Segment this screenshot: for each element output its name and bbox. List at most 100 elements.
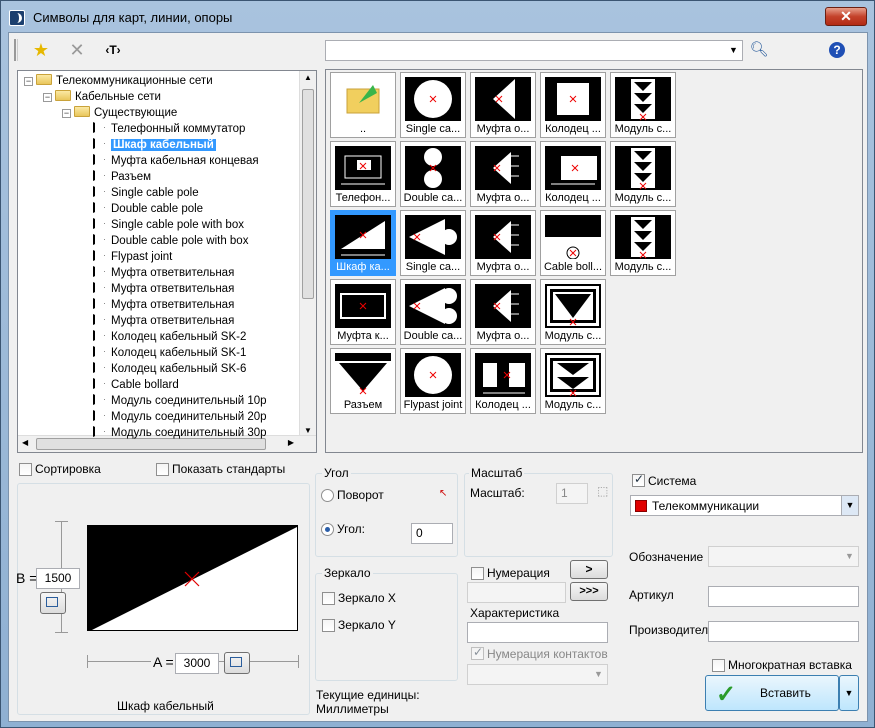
system-combo[interactable]: Телекоммуникации ▼	[630, 495, 859, 516]
system-checkbox[interactable]	[632, 472, 645, 487]
tree-symbol-node[interactable]: Муфта ответвительная	[93, 297, 234, 313]
symbol-cell[interactable]: Модуль с...	[610, 210, 676, 276]
insert-button[interactable]: ✓ Вставить	[705, 675, 839, 711]
mirror-y-checkbox[interactable]	[322, 619, 335, 632]
tree-folder-node[interactable]: − Кабельные сети	[43, 89, 161, 105]
tree-symbol-node[interactable]: Телефонный коммутатор	[93, 121, 245, 137]
tree-scroll-thumb[interactable]	[302, 89, 314, 299]
scroll-down-icon[interactable]: ▼	[304, 426, 312, 435]
tree-symbol-node[interactable]: Муфта ответвительная	[93, 265, 234, 281]
symbol-cell[interactable]: Cable boll...	[540, 210, 606, 276]
symbol-cell[interactable]: Single ca...	[400, 72, 466, 138]
tree-symbol-node[interactable]: Single cable pole with box	[93, 217, 244, 233]
tree-symbol-node[interactable]: Разъем	[93, 169, 151, 185]
chevron-down-icon[interactable]: ▼	[590, 665, 607, 684]
tree-symbol-node[interactable]: Flypast joint	[93, 249, 172, 265]
pick-a-button[interactable]	[224, 652, 250, 674]
sort-checkbox[interactable]	[19, 463, 32, 476]
tree-symbol-node[interactable]: Модуль соединительный 20р	[93, 409, 267, 425]
tree-folder-node[interactable]: − Существующие	[62, 105, 177, 121]
tree-symbol-node[interactable]: Колодец кабельный SK-6	[93, 361, 246, 377]
symbol-cell[interactable]: Колодец ...	[540, 141, 606, 207]
numbering-input[interactable]	[467, 582, 566, 603]
angle-radio[interactable]	[321, 523, 334, 536]
symbol-cell[interactable]: Flypast joint	[400, 348, 466, 414]
scroll-up-icon[interactable]: ▲	[304, 73, 312, 82]
angle-input[interactable]: 0	[411, 523, 453, 544]
favorites-star-icon[interactable]: ★	[29, 39, 53, 61]
symbol-cell[interactable]: Муфта о...	[470, 141, 536, 207]
symbol-cell[interactable]: Колодец ...	[470, 348, 536, 414]
symbol-cell[interactable]: Single ca...	[400, 210, 466, 276]
help-icon[interactable]: ?	[829, 42, 845, 58]
mirror-x-checkbox[interactable]	[322, 592, 335, 605]
rotate-pick-cursor-icon[interactable]: ↖	[439, 488, 447, 499]
manufacturer-input[interactable]	[708, 621, 859, 642]
text-tool-button[interactable]: ‹T›	[101, 39, 125, 61]
tree-symbol-node[interactable]: Модуль соединительный 10р	[93, 393, 267, 409]
symbol-cell[interactable]: Модуль с...	[540, 348, 606, 414]
tree-node-label: Существующие	[94, 107, 178, 119]
tree-folder-node[interactable]: − Телекоммуникационные сети	[24, 73, 213, 89]
symbol-cell[interactable]: Double ca...	[400, 141, 466, 207]
numbering-checkbox[interactable]	[471, 567, 484, 580]
designation-combo[interactable]: ▼	[708, 546, 859, 567]
symbol-caption: Double ca...	[403, 192, 463, 204]
symbol-cell[interactable]: Муфта о...	[470, 72, 536, 138]
symbol-cell[interactable]: Телефон...	[330, 141, 396, 207]
contact-numbering-combo[interactable]: ▼	[467, 664, 608, 685]
chevron-down-icon[interactable]: ▼	[725, 41, 742, 60]
tree-symbol-node[interactable]: Cable bollard	[93, 377, 179, 393]
pick-b-button[interactable]	[40, 592, 66, 614]
chevron-down-icon[interactable]: ▼	[841, 547, 858, 566]
article-input[interactable]	[708, 586, 859, 607]
symbol-cell[interactable]: Муфта о...	[470, 210, 536, 276]
search-icon[interactable]: 🔍︎	[747, 39, 771, 61]
tree-symbol-node[interactable]: Муфта ответвительная	[93, 281, 234, 297]
collapse-toggle-icon[interactable]: −	[62, 109, 71, 118]
tree-symbol-node[interactable]: Double cable pole with box	[93, 233, 248, 249]
chevron-down-icon[interactable]: ▼	[841, 496, 858, 515]
symbol-cell[interactable]: Муфта к...	[330, 279, 396, 345]
scale-input[interactable]: 1	[556, 483, 588, 504]
characteristic-input[interactable]	[467, 622, 608, 643]
b-value-input[interactable]: 1500	[36, 568, 80, 589]
tree-symbol-node[interactable]: Колодец кабельный SK-1	[93, 345, 246, 361]
search-combo[interactable]: ▼	[325, 40, 743, 61]
scale-pick-icon[interactable]: ⬚	[597, 484, 608, 498]
category-tree[interactable]: ▲ ▼ ◀ ▶ − Телекоммуникационные сети − Кабел…	[17, 70, 317, 453]
contact-numbering-checkbox[interactable]	[471, 645, 484, 660]
tree-symbol-node[interactable]: Single cable pole	[93, 185, 199, 201]
close-button[interactable]: ✕	[825, 7, 867, 26]
a-value-input[interactable]: 3000	[175, 653, 219, 674]
symbol-cell[interactable]: Double ca...	[400, 279, 466, 345]
rotate-radio[interactable]	[321, 489, 334, 502]
symbol-grid[interactable]: .. Single ca... Муфта о... Колодец ... Модул…	[325, 69, 863, 453]
scroll-left-icon[interactable]: ◀	[22, 438, 28, 447]
scroll-right-icon[interactable]: ▶	[288, 438, 294, 447]
tree-symbol-node[interactable]: Колодец кабельный SK-2	[93, 329, 246, 345]
symbol-cell[interactable]: ..	[330, 72, 396, 138]
tree-symbol-node[interactable]: Муфта кабельная концевая	[93, 153, 259, 169]
symbol-flag-icon	[93, 170, 106, 181]
show-standards-checkbox[interactable]	[156, 463, 169, 476]
insert-dropdown-button[interactable]: ▼	[839, 675, 859, 711]
next-all-button[interactable]: >>>	[570, 582, 608, 601]
next-number-button[interactable]: >	[570, 560, 608, 579]
symbol-cell[interactable]: Разъем	[330, 348, 396, 414]
multiple-insert-checkbox[interactable]	[712, 659, 725, 672]
symbol-cell[interactable]: Муфта о...	[470, 279, 536, 345]
tree-symbol-node[interactable]: Модуль соединительный 30р	[93, 425, 267, 441]
tree-symbol-node[interactable]: Муфта ответвительная	[93, 313, 234, 329]
tree-symbol-node[interactable]: Double cable pole	[93, 201, 203, 217]
tree-symbol-node[interactable]: Шкаф кабельный	[93, 137, 216, 153]
symbol-cell[interactable]: Модуль с...	[610, 141, 676, 207]
symbol-cell[interactable]: Колодец ...	[540, 72, 606, 138]
tree-vertical-scrollbar[interactable]: ▲ ▼	[299, 71, 316, 437]
collapse-toggle-icon[interactable]: −	[24, 77, 33, 86]
delete-x-icon[interactable]: ✕	[65, 39, 89, 61]
symbol-cell[interactable]: Шкаф ка...	[330, 210, 396, 276]
symbol-cell[interactable]: Модуль с...	[540, 279, 606, 345]
collapse-toggle-icon[interactable]: −	[43, 93, 52, 102]
symbol-cell[interactable]: Модуль с...	[610, 72, 676, 138]
